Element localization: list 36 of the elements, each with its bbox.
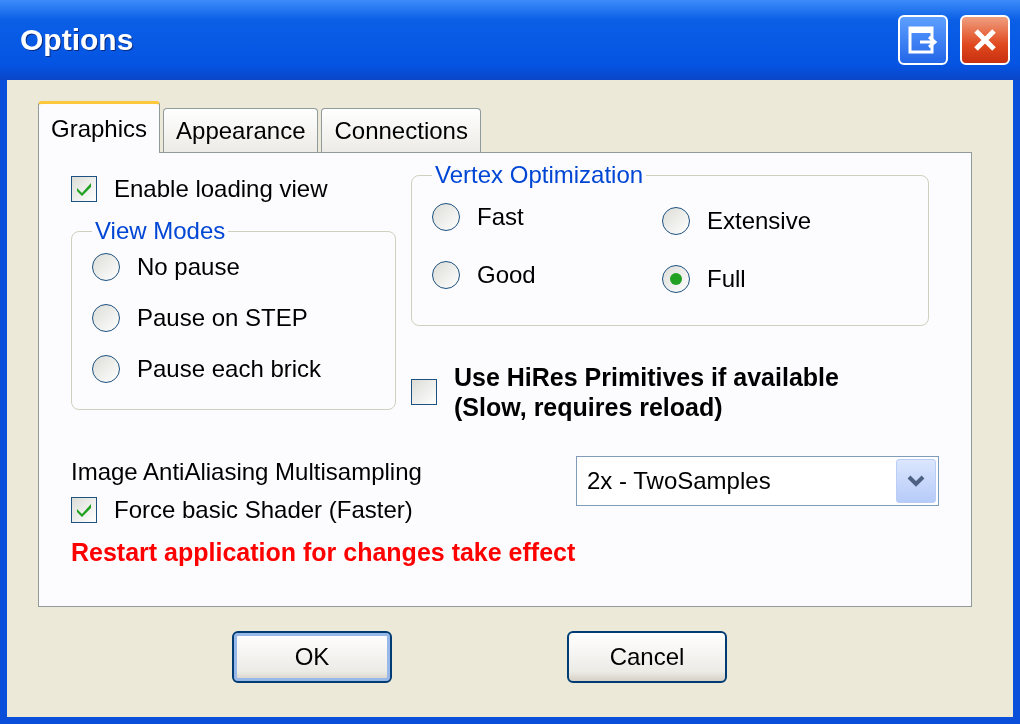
radio-option[interactable]: Fast — [432, 199, 662, 235]
radio-option[interactable]: Extensive — [662, 207, 892, 235]
antialiasing-label: Image AntiAliasing Multisampling — [71, 458, 422, 486]
window-arrow-icon — [908, 26, 938, 54]
chevron-down-icon — [906, 474, 926, 488]
close-button[interactable] — [960, 15, 1010, 65]
close-icon — [972, 27, 998, 53]
warning-message: Restart application for changes take effect — [71, 538, 577, 567]
checkbox[interactable] — [411, 379, 437, 405]
dialog-button[interactable]: OK — [232, 631, 392, 683]
radio-button[interactable] — [432, 203, 460, 231]
radio-button[interactable] — [92, 355, 120, 383]
tab[interactable]: Connections — [321, 108, 481, 152]
radio-option[interactable]: Good — [432, 257, 662, 293]
radio-option[interactable]: Pause on STEP — [92, 304, 375, 332]
radio-button[interactable] — [432, 261, 460, 289]
radio-button[interactable] — [92, 304, 120, 332]
window-title: Options — [19, 23, 135, 57]
dialog-button[interactable]: Cancel — [567, 631, 727, 683]
shader-checkbox[interactable]: Force basic Shader (Faster) — [71, 496, 422, 524]
radio-button[interactable] — [662, 207, 690, 235]
group-title: View Modes — [94, 217, 227, 245]
checkbox[interactable] — [71, 176, 97, 202]
window-icon-button[interactable] — [898, 15, 948, 65]
group-title: Vertex Optimization — [434, 161, 645, 189]
loading-view-checkbox[interactable]: Enable loading view — [71, 175, 328, 203]
antialiasing-dropdown[interactable]: 2x - TwoSamples — [576, 456, 939, 506]
radio-option[interactable]: Full — [662, 265, 892, 293]
checkbox[interactable] — [71, 497, 97, 523]
radio-button[interactable] — [662, 265, 690, 293]
radio-option[interactable]: No pause — [92, 253, 375, 281]
tab[interactable]: Appearance — [163, 108, 319, 152]
tab[interactable]: Graphics — [38, 101, 161, 153]
hires-checkbox[interactable]: Use HiRes Primitives if available (Slow, requires reload) — [411, 362, 859, 422]
radio-option[interactable]: Pause each brick — [92, 355, 375, 383]
radio-button[interactable] — [92, 253, 120, 281]
